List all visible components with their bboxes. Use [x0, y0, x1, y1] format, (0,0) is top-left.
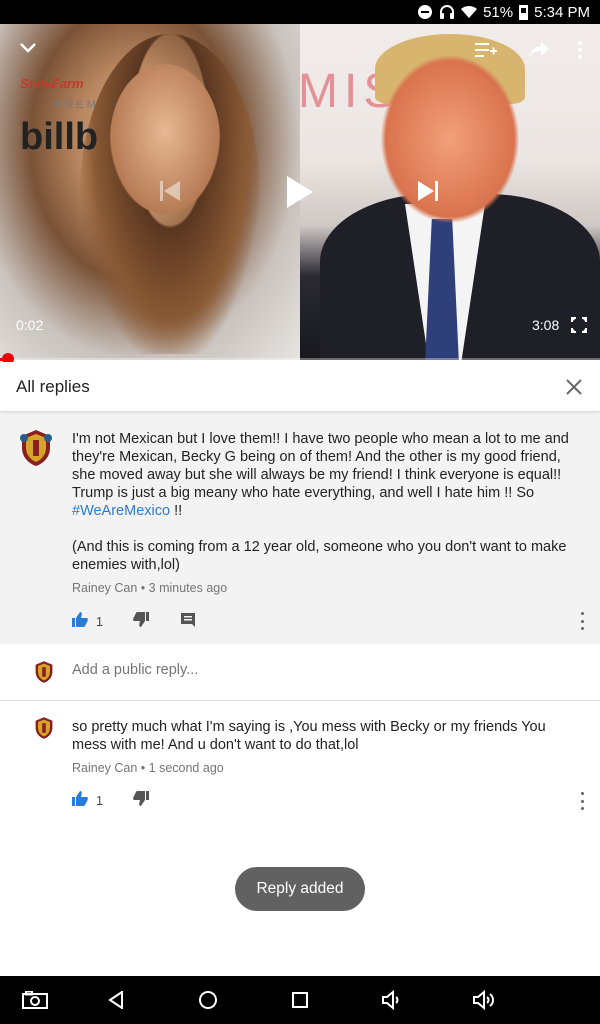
comment-body: I'm not Mexican but I love them!! I have… — [72, 431, 569, 501]
comment-author[interactable]: Rainey Can — [72, 581, 137, 595]
navigation-bar — [0, 976, 600, 1024]
screenshot-icon[interactable] — [21, 988, 49, 1012]
play-icon[interactable] — [282, 172, 318, 212]
headset-icon — [439, 4, 455, 20]
thumb-up-icon — [72, 612, 88, 632]
reply-icon — [180, 612, 195, 632]
video-bg-premier: PREM — [55, 99, 99, 111]
add-to-queue-icon[interactable] — [474, 38, 498, 62]
comment-actions: 1 — [72, 612, 195, 632]
replies-title: All replies — [16, 376, 90, 396]
like-count: 1 — [96, 794, 103, 808]
battery-percent: 51% — [483, 3, 514, 21]
dislike-button[interactable] — [133, 791, 149, 811]
dislike-button[interactable] — [133, 612, 149, 632]
comment-more-icon[interactable] — [578, 792, 586, 810]
parent-comment: I'm not Mexican but I love them!! I have… — [0, 414, 600, 644]
video-player[interactable]: StateFarm PREM billb MIS SA 0:02 3:08 — [0, 24, 600, 360]
fullscreen-icon[interactable] — [570, 316, 588, 334]
comment-body-end: !! — [170, 503, 183, 519]
comment-meta: Rainey Can • 3 minutes ago — [72, 581, 228, 595]
comment-author[interactable]: Rainey Can — [72, 761, 137, 775]
volume-down-icon[interactable] — [378, 988, 406, 1012]
recents-icon[interactable] — [286, 988, 314, 1012]
comment-meta: Rainey Can • 1 second ago — [72, 761, 224, 775]
home-icon[interactable] — [194, 988, 222, 1012]
video-bg-billboard: billb — [20, 116, 99, 158]
previous-icon[interactable] — [156, 176, 184, 206]
video-face-right — [380, 54, 520, 224]
close-icon[interactable] — [562, 375, 586, 399]
comment-text: I'm not Mexican but I love them!! I have… — [72, 430, 576, 574]
video-progress-bar[interactable] — [0, 358, 600, 361]
collapse-chevron-icon[interactable] — [16, 36, 40, 60]
battery-icon — [519, 4, 529, 20]
comment-time: 3 minutes ago — [148, 581, 228, 595]
comment-text: so pretty much what I'm saying is ,You m… — [72, 719, 546, 753]
reply-input[interactable] — [72, 662, 552, 678]
toast: Reply added — [235, 867, 365, 911]
clock: 5:34 PM — [534, 3, 590, 21]
video-bg-brand: StateFarm — [20, 76, 84, 91]
comment-time: 1 second ago — [148, 761, 224, 775]
wifi-icon — [461, 4, 478, 20]
hashtag-link[interactable]: #WeAreMexico — [72, 503, 170, 519]
thumb-up-icon — [72, 791, 88, 811]
elapsed-time: 0:02 — [16, 317, 44, 333]
thumb-down-icon — [133, 791, 149, 811]
volume-up-icon[interactable] — [470, 988, 498, 1012]
more-vert-icon[interactable] — [572, 38, 588, 62]
comment-body-note: (And this is coming from a 12 year old, … — [72, 539, 567, 573]
share-icon[interactable] — [526, 38, 552, 62]
avatar — [32, 660, 56, 684]
next-icon[interactable] — [414, 176, 442, 206]
avatar[interactable] — [16, 428, 56, 468]
status-bar: 51% 5:34 PM — [0, 0, 600, 24]
reply-comment: so pretty much what I'm saying is ,You m… — [0, 702, 600, 822]
like-button[interactable]: 1 — [72, 791, 103, 811]
total-duration: 3:08 — [532, 317, 560, 333]
reply-button[interactable] — [180, 612, 195, 632]
avatar[interactable] — [32, 716, 56, 740]
like-count: 1 — [96, 615, 103, 629]
replies-header: All replies — [0, 362, 600, 412]
reply-input-row — [0, 644, 600, 701]
like-button[interactable]: 1 — [72, 612, 103, 632]
do-not-disturb-icon — [417, 4, 433, 20]
back-icon[interactable] — [102, 988, 130, 1012]
comment-more-icon[interactable] — [578, 612, 586, 630]
comment-actions: 1 — [72, 791, 149, 811]
thumb-down-icon — [133, 612, 149, 632]
